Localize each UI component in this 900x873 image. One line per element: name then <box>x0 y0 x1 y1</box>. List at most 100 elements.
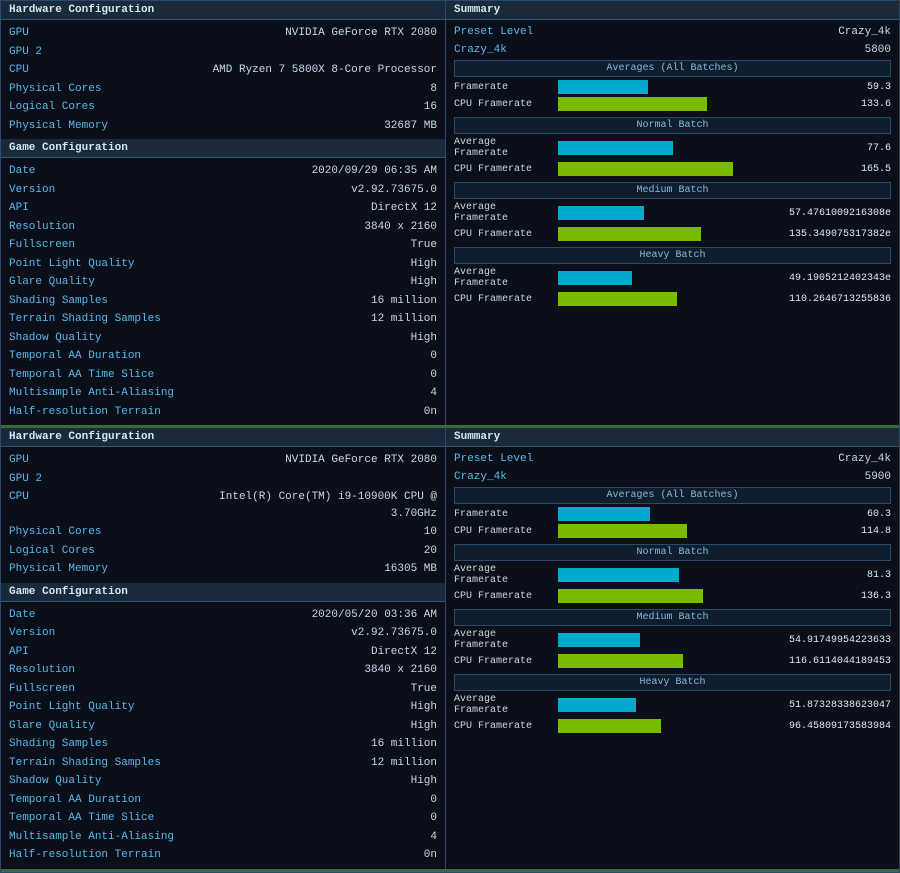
config-value: NVIDIA GeForce RTX 2080 <box>285 452 437 469</box>
config-value: v2.92.73675.0 <box>351 625 437 642</box>
hardware-config-table: GPUNVIDIA GeForce RTX 2080GPU 2CPUIntel(… <box>1 447 445 583</box>
bar-container <box>558 206 757 220</box>
config-row: Resolution3840 x 2160 <box>9 218 437 237</box>
preset-row: Preset LevelCrazy_4k <box>454 24 891 42</box>
config-label: Date <box>9 607 35 624</box>
bar-value: 57.4761009216308e <box>761 208 891 219</box>
config-value: 16 million <box>371 293 437 310</box>
bar-row: CPU Framerate96.45809173583984 <box>454 719 891 733</box>
panel-0: Hardware ConfigurationGPUNVIDIA GeForce … <box>1 1 899 428</box>
bar-value: 165.5 <box>761 164 891 175</box>
preset-num: 5800 <box>865 44 891 56</box>
config-row: GPU 2 <box>9 470 437 489</box>
bar-container <box>558 719 757 733</box>
config-label: Multisample Anti-Aliasing <box>9 385 174 402</box>
config-label: GPU <box>9 452 29 469</box>
preset-value: Crazy_4k <box>838 453 891 465</box>
batch-header: Normal Batch <box>454 117 891 134</box>
bar-fill <box>558 719 661 733</box>
config-value: 0 <box>430 348 437 365</box>
bar-row: Average Framerate51.87328338623047 <box>454 694 891 716</box>
panel-1: Hardware Configuration GPU NVIDIA GeForce … <box>1 428 899 872</box>
bar-container <box>558 271 757 285</box>
config-row: Multisample Anti-Aliasing4 <box>9 384 437 403</box>
config-label: Date <box>9 163 35 180</box>
bar-row: CPU Framerate135.349075317382e <box>454 227 891 241</box>
config-value: NVIDIA GeForce RTX 2080 <box>285 25 437 42</box>
config-row: Resolution3840 x 2160 <box>9 661 437 680</box>
config-label: GPU 2 <box>9 44 42 61</box>
game-config-table: Date2020/05/20 03:36 AMVersion v2.92.7367… <box>1 602 445 869</box>
bar-row: CPU Framerate136.3 <box>454 589 891 603</box>
bar-fill <box>558 162 733 176</box>
config-label: Version <box>9 182 55 199</box>
config-value: High <box>411 274 437 291</box>
main-panel: Hardware Configuration GPU NVIDIA GeForce … <box>0 0 900 873</box>
bar-container <box>558 589 757 603</box>
bar-container <box>558 524 757 538</box>
config-row: Physical Cores 10 <box>9 523 437 542</box>
config-value: 32687 MB <box>384 118 437 135</box>
summary-panel: Preset LevelCrazy_4kCrazy_4k5800Averages… <box>446 20 899 320</box>
bar-row: CPU Framerate116.6114044189453 <box>454 654 891 668</box>
config-label: Terrain Shading Samples <box>9 755 161 772</box>
config-row: Logical Cores16 <box>9 98 437 117</box>
config-label: Glare Quality <box>9 718 95 735</box>
config-row: Temporal AA Duration0 <box>9 347 437 366</box>
batch-header: Medium Batch <box>454 182 891 199</box>
bar-value: 77.6 <box>761 143 891 154</box>
bar-value: 49.1905212402343e <box>761 273 891 284</box>
config-value: 12 million <box>371 755 437 772</box>
config-row: Point Light QualityHigh <box>9 255 437 274</box>
config-value: High <box>411 330 437 347</box>
config-label: Shading Samples <box>9 293 108 310</box>
bar-fill <box>558 654 683 668</box>
config-label: Version <box>9 625 55 642</box>
config-label: Physical Cores <box>9 524 101 541</box>
config-value: DirectX 12 <box>371 644 437 661</box>
config-value: 4 <box>430 829 437 846</box>
config-label: Terrain Shading Samples <box>9 311 161 328</box>
bar-container <box>558 141 757 155</box>
right-col-0: SummaryPreset LevelCrazy_4kCrazy_4k5800A… <box>446 1 899 425</box>
bar-label: Framerate <box>454 82 554 93</box>
bar-row: Average Framerate 49.1905212402343e <box>454 267 891 289</box>
config-row: Temporal AA Time Slice0 <box>9 366 437 385</box>
config-label: Logical Cores <box>9 543 95 560</box>
bar-fill <box>558 227 701 241</box>
right-col-1: SummaryPreset LevelCrazy_4kCrazy_4k5900A… <box>446 428 899 869</box>
bar-value: 60.3 <box>761 509 891 520</box>
config-value: 16 million <box>371 736 437 753</box>
config-value: v2.92.73675.0 <box>351 182 437 199</box>
bar-fill <box>558 97 707 111</box>
hardware-config-table: GPUNVIDIA GeForce RTX 2080GPU 2CPUAMD Ry… <box>1 20 445 139</box>
config-label: API <box>9 644 29 661</box>
config-label: API <box>9 200 29 217</box>
bar-fill <box>558 206 644 220</box>
config-label: Temporal AA Time Slice <box>9 810 154 827</box>
config-value: DirectX 12 <box>371 200 437 217</box>
config-row: Terrain Shading Samples12 million <box>9 310 437 329</box>
config-label: CPU <box>9 62 29 79</box>
config-row: Terrain Shading Samples 12 million <box>9 754 437 773</box>
config-row: Shading Samples 16 million <box>9 292 437 311</box>
bar-value: 54.91749954223633 <box>761 635 891 646</box>
batch-section-0: Averages (All Batches)Framerate60.3CPU F… <box>454 487 891 538</box>
config-row: Point Light QualityHigh <box>9 698 437 717</box>
bar-fill <box>558 507 650 521</box>
config-row: Glare QualityHigh <box>9 717 437 736</box>
batch-section-2: Medium BatchAverage Framerate54.91749954… <box>454 609 891 668</box>
config-label: GPU 2 <box>9 471 42 488</box>
config-row: Multisample Anti-Aliasing4 <box>9 828 437 847</box>
config-row: FullscreenTrue <box>9 236 437 255</box>
summary-panel: Preset LevelCrazy_4kCrazy_4k5900Averages… <box>446 447 899 747</box>
config-row: Date2020/05/20 03:36 AM <box>9 606 437 625</box>
bar-fill <box>558 524 687 538</box>
config-value: 10 <box>424 524 437 541</box>
hardware-config-header: Hardware Configuration <box>1 428 445 447</box>
bar-label: CPU Framerate <box>454 526 554 537</box>
batch-header: Averages (All Batches) <box>454 487 891 504</box>
bar-container <box>558 292 757 306</box>
bar-value: 81.3 <box>761 570 891 581</box>
bar-label: Average Framerate <box>454 267 554 289</box>
